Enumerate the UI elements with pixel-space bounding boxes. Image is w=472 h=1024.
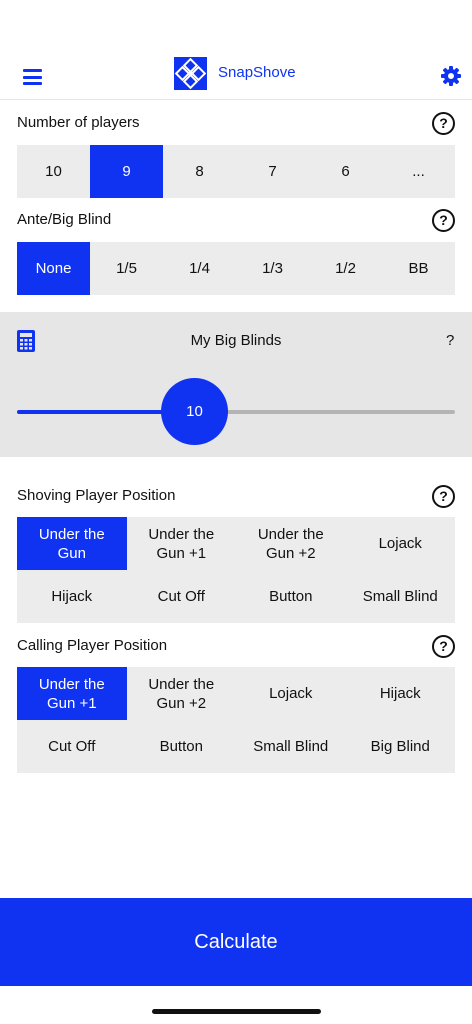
- calling-option-big-blind[interactable]: Big Blind: [346, 720, 456, 773]
- players-option-10[interactable]: 10: [17, 145, 90, 198]
- ante-label: Ante/Big Blind: [17, 211, 112, 228]
- players-label: Number of players: [17, 114, 140, 131]
- players-option-9[interactable]: 9: [90, 145, 163, 198]
- calling-option-utg2[interactable]: Under the Gun +2: [127, 667, 237, 720]
- big-blinds-panel: My Big Blinds ? 10: [0, 312, 472, 457]
- calling-label: Calling Player Position: [17, 637, 168, 654]
- big-blinds-title: My Big Blinds: [190, 332, 282, 349]
- shoving-option-utg2[interactable]: Under the Gun +2: [236, 517, 346, 570]
- shoving-label: Shoving Player Position: [17, 487, 176, 504]
- calculate-button[interactable]: Calculate: [0, 898, 472, 986]
- home-indicator: [152, 1009, 321, 1014]
- shoving-option-lojack[interactable]: Lojack: [346, 517, 456, 570]
- shoving-position-selector: Under the Gun Under the Gun +1 Under the…: [17, 517, 455, 623]
- slider-track-empty[interactable]: [210, 410, 455, 414]
- calling-option-hijack[interactable]: Hijack: [346, 667, 456, 720]
- shoving-option-cutoff[interactable]: Cut Off: [127, 570, 237, 623]
- snapshove-screen: SnapShove Number of players ? 10 9 8 7 6…: [0, 0, 472, 1024]
- players-option-more[interactable]: ...: [382, 145, 455, 198]
- ante-help-icon[interactable]: ?: [432, 209, 455, 232]
- shoving-option-utg1[interactable]: Under the Gun +1: [127, 517, 237, 570]
- calling-position-selector: Under the Gun +1 Under the Gun +2 Lojack…: [17, 667, 455, 773]
- shoving-help-icon[interactable]: ?: [432, 485, 455, 508]
- players-selector: 10 9 8 7 6 ...: [17, 145, 455, 198]
- ante-option-1-2[interactable]: 1/2: [309, 242, 382, 295]
- gear-icon[interactable]: [441, 66, 461, 86]
- slider-thumb[interactable]: 10: [161, 378, 228, 445]
- players-help-icon[interactable]: ?: [432, 112, 455, 135]
- players-option-7[interactable]: 7: [236, 145, 309, 198]
- slider-track-filled[interactable]: [17, 410, 177, 414]
- shoving-option-small-blind[interactable]: Small Blind: [346, 570, 456, 623]
- snapshove-logo-icon: [174, 57, 207, 90]
- players-option-8[interactable]: 8: [163, 145, 236, 198]
- calling-option-utg1[interactable]: Under the Gun +1: [17, 667, 127, 720]
- calling-option-cutoff[interactable]: Cut Off: [17, 720, 127, 773]
- calling-option-small-blind[interactable]: Small Blind: [236, 720, 346, 773]
- hamburger-menu-icon[interactable]: [23, 69, 42, 85]
- ante-option-1-4[interactable]: 1/4: [163, 242, 236, 295]
- shoving-option-button[interactable]: Button: [236, 570, 346, 623]
- ante-option-bb[interactable]: BB: [382, 242, 455, 295]
- players-option-6[interactable]: 6: [309, 145, 382, 198]
- big-blinds-help[interactable]: ?: [446, 332, 454, 349]
- shoving-option-hijack[interactable]: Hijack: [17, 570, 127, 623]
- calling-option-lojack[interactable]: Lojack: [236, 667, 346, 720]
- ante-option-1-5[interactable]: 1/5: [90, 242, 163, 295]
- ante-selector: None 1/5 1/4 1/3 1/2 BB: [17, 242, 455, 295]
- shoving-option-utg[interactable]: Under the Gun: [17, 517, 127, 570]
- calling-help-icon[interactable]: ?: [432, 635, 455, 658]
- ante-option-none[interactable]: None: [17, 242, 90, 295]
- app-header: SnapShove: [0, 50, 472, 100]
- app-title: SnapShove: [218, 64, 296, 81]
- ante-option-1-3[interactable]: 1/3: [236, 242, 309, 295]
- calling-option-button[interactable]: Button: [127, 720, 237, 773]
